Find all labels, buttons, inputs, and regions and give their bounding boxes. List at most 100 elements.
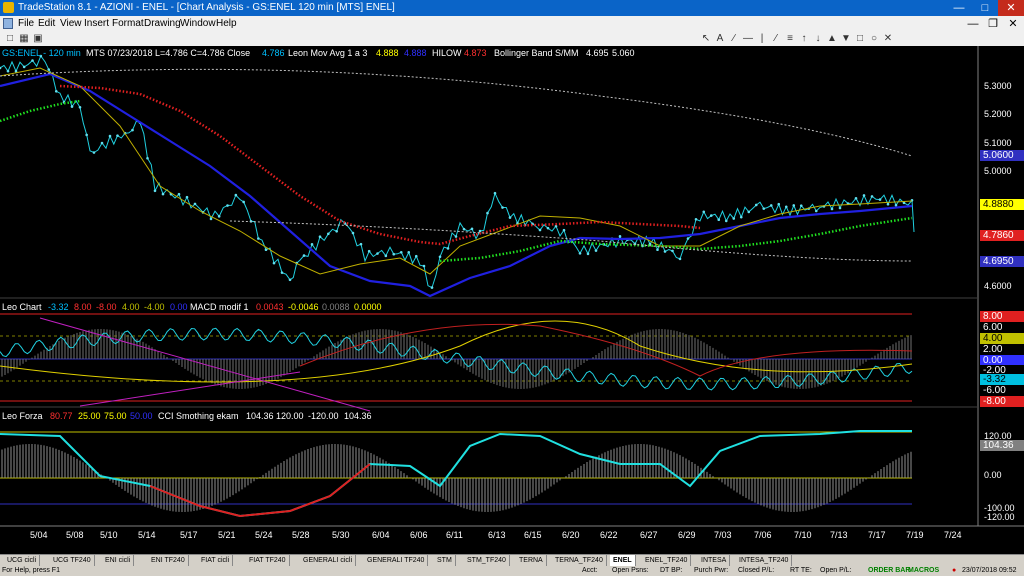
tab-intesa-tf240[interactable]: INTESA_TF240 xyxy=(736,555,793,566)
macros-button[interactable]: MACROS xyxy=(908,566,939,576)
sell-arrow-icon[interactable]: ▼ xyxy=(840,33,852,45)
price-dot xyxy=(739,215,743,219)
tab-fiat-cicli[interactable]: FIAT cicli xyxy=(198,555,234,566)
closed-pl-field: Closed P/L: xyxy=(738,567,775,574)
price-dot xyxy=(177,192,181,196)
menu-view[interactable]: View xyxy=(60,18,82,29)
tab-generali-tf240[interactable]: GENERALI TF240 xyxy=(364,555,429,566)
leo-chart-value: 8.00 xyxy=(74,302,92,312)
status-bar: For Help, press F1 Acct: Open Psns: DT B… xyxy=(0,566,1024,576)
menu-insert[interactable]: Insert xyxy=(84,18,109,29)
x-axis-label: 5/08 xyxy=(66,530,84,540)
vertical-line-icon[interactable]: | xyxy=(756,33,768,45)
arrow-tool-icon[interactable]: ↖ xyxy=(700,33,712,45)
price-dot xyxy=(392,252,396,256)
price-dot xyxy=(407,250,411,254)
menu-window[interactable]: Window xyxy=(180,18,216,29)
price-dot xyxy=(85,133,88,137)
x-axis-label: 6/22 xyxy=(600,530,618,540)
buy-arrow-icon[interactable]: ▲ xyxy=(826,33,838,45)
price-dot xyxy=(754,203,758,207)
leo-chart-label: Leo Chart xyxy=(2,302,42,312)
horizontal-line-icon[interactable]: — xyxy=(742,33,754,45)
close-button[interactable]: ✕ xyxy=(998,0,1024,16)
price-dot xyxy=(894,203,898,207)
mov-avg-value-1: 4.888 xyxy=(376,48,399,58)
price-dot xyxy=(586,252,590,256)
open-icon[interactable]: ▦ xyxy=(18,33,30,45)
green-dotted-line xyxy=(0,99,81,123)
price-dot xyxy=(732,217,736,220)
tab-enel-tf240[interactable]: ENEL_TF240 xyxy=(642,555,692,566)
macd-value: 0.0043 xyxy=(256,302,284,312)
ellipse-icon[interactable]: ○ xyxy=(868,33,880,45)
arrow-down-icon[interactable]: ↓ xyxy=(812,33,824,45)
tab-stm[interactable]: STM xyxy=(434,555,456,566)
menu-edit[interactable]: Edit xyxy=(38,18,55,29)
price-dot xyxy=(92,151,96,154)
leo-forza-value: 25.00 xyxy=(78,411,101,421)
open-psns-field: Open Psns: xyxy=(612,567,649,574)
price-info-label: MTS 07/23/2018 L=4.786 C=4.786 Close xyxy=(86,48,251,58)
price-dot xyxy=(762,207,766,210)
blue-moving-average xyxy=(0,72,913,298)
menu-file[interactable]: File xyxy=(18,18,34,29)
hilow-value: 4.873 xyxy=(464,48,487,58)
tab-stm-tf240[interactable]: STM_TF240 xyxy=(464,555,510,566)
menu-help[interactable]: Help xyxy=(216,18,237,29)
connection-icon: ● xyxy=(952,567,957,574)
tab-terna-tf240[interactable]: TERNA_TF240 xyxy=(552,555,607,566)
yellow-line xyxy=(0,67,913,275)
price-dot xyxy=(31,59,34,62)
hilow-label: HILOW xyxy=(432,48,462,58)
menu-format[interactable]: Format xyxy=(112,18,144,29)
delete-drawing-icon[interactable]: ✕ xyxy=(882,33,894,45)
menu-drawing[interactable]: Drawing xyxy=(144,18,181,29)
x-axis-label: 7/24 xyxy=(944,530,962,540)
tab-intesa[interactable]: INTESA xyxy=(698,555,731,566)
rectangle-icon[interactable]: □ xyxy=(854,33,866,45)
leo-chart-value: -8.00 xyxy=(96,302,117,312)
new-icon[interactable]: □ xyxy=(4,33,16,45)
price-dot xyxy=(234,193,238,197)
x-axis-label: 5/17 xyxy=(180,530,198,540)
minimize-button[interactable]: — xyxy=(946,0,972,16)
price-dot xyxy=(116,134,119,137)
doc-close-button[interactable]: ✕ xyxy=(1000,16,1024,32)
arrow-up-icon[interactable]: ↑ xyxy=(798,33,810,45)
fibonacci-icon[interactable]: ≡ xyxy=(784,33,796,45)
tab-eni-tf240[interactable]: ENI TF240 xyxy=(148,555,189,566)
menu-bar: File Edit View Insert Format Drawing Win… xyxy=(0,16,1024,32)
price-dot xyxy=(462,227,466,231)
price-dot xyxy=(694,217,698,221)
chart-svg[interactable] xyxy=(0,46,1024,554)
channel-icon[interactable]: ⁄ xyxy=(770,33,782,45)
price-dot xyxy=(54,89,58,93)
red-dotted-line xyxy=(59,84,701,246)
tab-ucg-cicli[interactable]: UCG cicli xyxy=(4,555,41,566)
chart-area[interactable]: GS:ENEL - 120 min MTS 07/23/2018 L=4.786… xyxy=(0,46,1024,554)
price-dot xyxy=(446,247,450,250)
tab-enel[interactable]: ENEL xyxy=(610,555,636,566)
leo-forza-value: 75.00 xyxy=(104,411,127,421)
tab-terna[interactable]: TERNA xyxy=(516,555,547,566)
tab-generali-cicli[interactable]: GENERALI cicli xyxy=(300,555,357,566)
tab-ucg-tf240[interactable]: UCG TF240 xyxy=(50,555,95,566)
price-dot xyxy=(310,243,314,246)
text-tool-icon[interactable]: A xyxy=(714,33,726,45)
tab-eni-cicli[interactable]: ENI cicli xyxy=(102,555,135,566)
price-tick: 5.2000 xyxy=(984,109,1012,119)
x-axis-label: 5/28 xyxy=(292,530,310,540)
window-title: TradeStation 8.1 - AZIONI - ENEL - [Char… xyxy=(18,2,395,13)
acct-field: Acct: xyxy=(582,567,598,574)
leo-forza-value: 50.00 xyxy=(130,411,153,421)
x-axis-label: 5/10 xyxy=(100,530,118,540)
tab-fiat-tf240[interactable]: FIAT TF240 xyxy=(246,555,290,566)
price-dot xyxy=(578,252,582,255)
title-bar: TradeStation 8.1 - AZIONI - ENEL - [Char… xyxy=(0,0,1024,16)
leo-chart-value: 0.00 xyxy=(170,302,188,312)
order-bar-button[interactable]: ORDER BAR xyxy=(868,566,910,576)
maximize-button[interactable]: □ xyxy=(972,0,998,16)
save-icon[interactable]: ▣ xyxy=(32,33,44,45)
trendline-icon[interactable]: ∕ xyxy=(728,33,740,45)
